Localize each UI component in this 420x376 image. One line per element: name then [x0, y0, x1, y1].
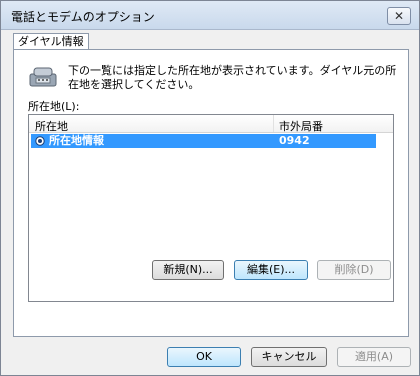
list-item[interactable]: 所在地情報 0942	[31, 134, 376, 148]
location-name: 所在地情報	[49, 134, 104, 147]
title-bar[interactable]: 電話とモデムのオプション ✕	[1, 1, 419, 30]
delete-button[interactable]: 削除(D)	[317, 260, 391, 280]
edit-button[interactable]: 編集(E)...	[234, 260, 308, 280]
close-button[interactable]: ✕	[387, 7, 411, 25]
column-divider[interactable]	[273, 115, 274, 132]
close-icon: ✕	[393, 9, 405, 23]
column-header-area-code[interactable]: 市外局番	[279, 118, 323, 134]
cancel-button[interactable]: キャンセル	[251, 347, 327, 367]
list-header: 所在地 市外局番	[29, 115, 393, 133]
phone-modem-icon	[29, 67, 57, 87]
location-radio-icon	[35, 136, 45, 146]
description-text: 下の一覧には指定した所在地が表示されています。ダイヤル元の所在地を選択してくださ…	[68, 64, 397, 91]
area-code: 0942	[279, 134, 310, 147]
tab-dialing-rules[interactable]: ダイヤル情報	[13, 33, 89, 50]
new-button[interactable]: 新規(N)...	[152, 260, 224, 280]
tab-panel: 下の一覧には指定した所在地が表示されています。ダイヤル元の所在地を選択してくださ…	[13, 49, 409, 337]
column-header-location[interactable]: 所在地	[35, 118, 68, 134]
locations-label: 所在地(L):	[28, 100, 80, 113]
window-title: 電話とモデムのオプション	[11, 10, 155, 24]
apply-button[interactable]: 適用(A)	[337, 347, 411, 367]
dialog-window: 電話とモデムのオプション ✕ ダイヤル情報 下の一覧には指定した所在地が表示され…	[0, 0, 420, 376]
ok-button[interactable]: OK	[167, 347, 241, 367]
